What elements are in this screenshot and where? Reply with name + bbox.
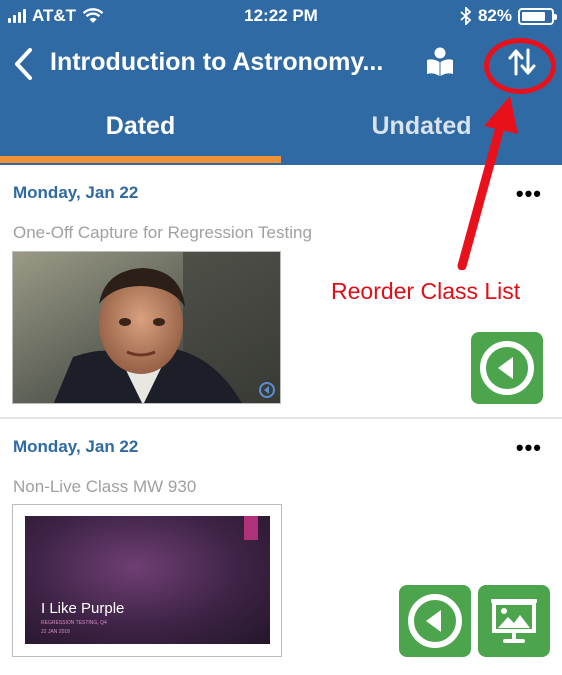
- battery-fill: [522, 11, 545, 21]
- battery-icon: [518, 7, 557, 25]
- presentation-screen-icon: [491, 599, 537, 643]
- annotation-circle: [484, 38, 556, 94]
- presentation-button[interactable]: [478, 585, 550, 657]
- status-right: 82%: [460, 6, 557, 26]
- annotation-label: Reorder Class List: [331, 278, 521, 304]
- status-bar: AT&T 12:22 PM 82%: [0, 0, 562, 34]
- slide-preview: I Like Purple REGRESSION TESTING, Q4 22 …: [25, 516, 270, 644]
- annotation-arrow-icon: [457, 96, 518, 270]
- session-date: Monday, Jan 22: [13, 437, 139, 456]
- more-options-icon[interactable]: •••: [516, 435, 542, 461]
- session-card[interactable]: Monday, Jan 22 ••• Non-Live Class MW 930…: [0, 419, 562, 675]
- play-button[interactable]: [399, 585, 471, 657]
- slide-accent-bar: [244, 516, 258, 540]
- bluetooth-icon: [460, 7, 472, 25]
- session-thumbnail[interactable]: I Like Purple REGRESSION TESTING, Q4 22 …: [12, 504, 282, 657]
- video-frame-image: [13, 252, 280, 403]
- session-date: Monday, Jan 22: [13, 183, 139, 202]
- battery-percent: 82%: [477, 6, 512, 25]
- slide-title: I Like Purple: [41, 600, 125, 617]
- nav-bar: Introduction to Astronomy...: [0, 34, 562, 96]
- play-button[interactable]: [471, 332, 543, 404]
- back-chevron-icon[interactable]: [10, 46, 38, 82]
- session-title: Non-Live Class MW 930: [13, 477, 197, 496]
- session-title: One-Off Capture for Regression Testing: [13, 223, 312, 242]
- course-title: Introduction to Astronomy...: [50, 48, 384, 76]
- book-reader-icon[interactable]: [424, 46, 456, 78]
- slide-subtitle: REGRESSION TESTING, Q4: [41, 620, 107, 626]
- play-circle-icon: [408, 594, 462, 648]
- play-circle-icon: [480, 341, 534, 395]
- slide-date: 22 JAN 2018: [41, 629, 70, 635]
- active-tab-indicator: [0, 156, 281, 163]
- session-thumbnail[interactable]: [12, 251, 281, 404]
